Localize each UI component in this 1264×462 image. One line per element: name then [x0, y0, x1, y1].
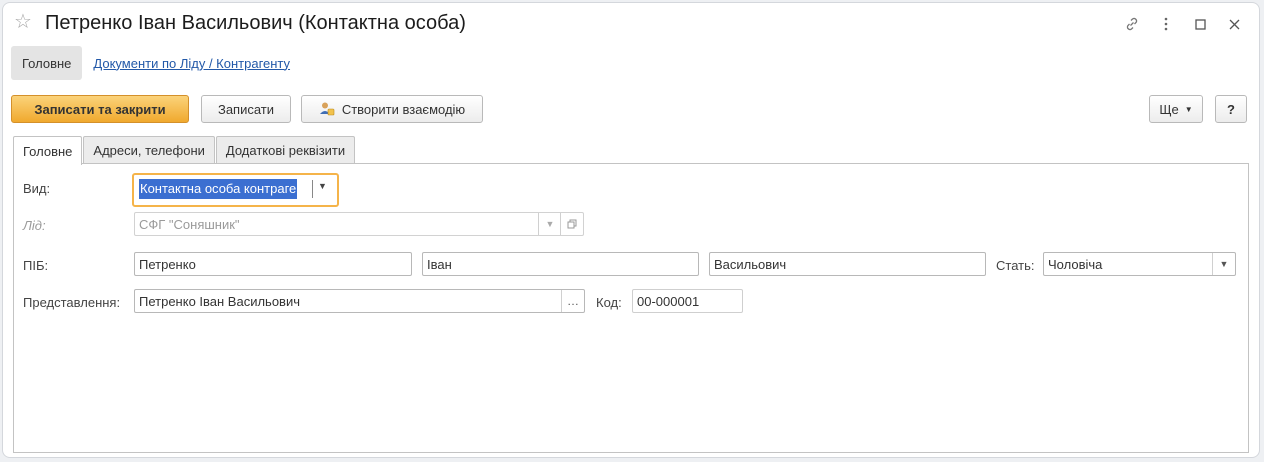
maximize-icon[interactable] — [1183, 13, 1217, 35]
vid-selected-value: Контактна особа контраге — [139, 179, 298, 199]
tab-additional-attributes[interactable]: Додаткові реквізити — [215, 136, 356, 164]
chevron-down-icon: ▼ — [1184, 104, 1193, 114]
nav-main[interactable]: Головне — [11, 46, 83, 80]
first-name-value: Іван — [427, 256, 452, 272]
tab-addresses-label: Адреси, телефони — [93, 143, 205, 158]
more-label: Ще — [1159, 101, 1179, 117]
help-button[interactable]: ? — [1215, 95, 1247, 123]
star-icon[interactable]: ☆ — [14, 12, 32, 32]
gender-dropdown-icon[interactable]: ▼ — [1212, 253, 1235, 275]
middle-name-field[interactable]: Васильович — [709, 252, 986, 276]
form-window: ☆ Петренко Іван Васильович (Контактна ос… — [2, 2, 1260, 458]
text-caret — [312, 180, 313, 198]
nav-documents-link[interactable]: Документи по Ліду / Контрагенту — [93, 56, 290, 71]
gender-select[interactable]: Чоловіча ▼ — [1043, 252, 1236, 276]
ellipsis-icon[interactable]: … — [561, 290, 584, 312]
tab-bar: Головне Адреси, телефони Додаткові рекві… — [13, 136, 356, 165]
lid-dropdown-icon[interactable]: ▼ — [538, 213, 561, 235]
code-value: 00-000001 — [637, 293, 700, 309]
create-interaction-button[interactable]: Створити взаємодію — [301, 95, 483, 123]
close-icon[interactable] — [1217, 13, 1251, 35]
lid-label: Лід: — [23, 218, 46, 233]
nav-bar: Головне Документи по Ліду / Контрагенту — [11, 46, 290, 80]
gender-label: Стать: — [996, 258, 1035, 273]
window-title: Петренко Іван Васильович (Контактна особ… — [45, 12, 466, 34]
presentation-label: Представлення: — [23, 295, 121, 310]
window-controls — [1115, 13, 1251, 35]
more-button[interactable]: Ще ▼ — [1149, 95, 1203, 123]
open-lid-icon[interactable] — [560, 213, 583, 235]
vid-label: Вид: — [23, 181, 51, 196]
last-name-value: Петренко — [139, 256, 196, 272]
create-interaction-label: Створити взаємодію — [341, 101, 466, 117]
save-label: Записати — [217, 101, 275, 117]
presentation-field[interactable]: Петренко Іван Васильович … — [134, 289, 585, 313]
tab-additional-label: Додаткові реквізити — [225, 143, 346, 158]
lid-field[interactable]: СФГ "Соняшник" ▼ — [134, 212, 584, 236]
code-label: Код: — [596, 295, 622, 310]
last-name-field[interactable]: Петренко — [134, 252, 412, 276]
middle-name-value: Васильович — [714, 256, 787, 272]
code-field[interactable]: 00-000001 — [632, 289, 743, 313]
user-interaction-icon — [319, 101, 335, 117]
save-and-close-label: Записати та закрити — [34, 101, 166, 117]
more-vertical-icon[interactable] — [1149, 13, 1183, 35]
link-icon[interactable] — [1115, 13, 1149, 35]
tab-main-label: Головне — [23, 143, 73, 159]
tab-addresses-phones[interactable]: Адреси, телефони — [83, 136, 215, 164]
save-and-close-button[interactable]: Записати та закрити — [11, 95, 189, 123]
title-bar: ☆ Петренко Іван Васильович (Контактна ос… — [3, 3, 1259, 43]
vid-dropdown-arrow-icon[interactable]: ▼ — [318, 181, 327, 191]
tab-main[interactable]: Головне — [13, 136, 83, 165]
save-button[interactable]: Записати — [201, 95, 291, 123]
first-name-field[interactable]: Іван — [422, 252, 699, 276]
gender-value: Чоловіча — [1048, 256, 1103, 272]
toolbar: Записати та закрити Записати Створити вз… — [11, 95, 1251, 125]
presentation-value: Петренко Іван Васильович — [139, 293, 300, 309]
lid-value: СФГ "Соняшник" — [139, 216, 240, 232]
pib-label: ПІБ: — [23, 258, 49, 273]
help-label: ? — [1227, 101, 1235, 117]
